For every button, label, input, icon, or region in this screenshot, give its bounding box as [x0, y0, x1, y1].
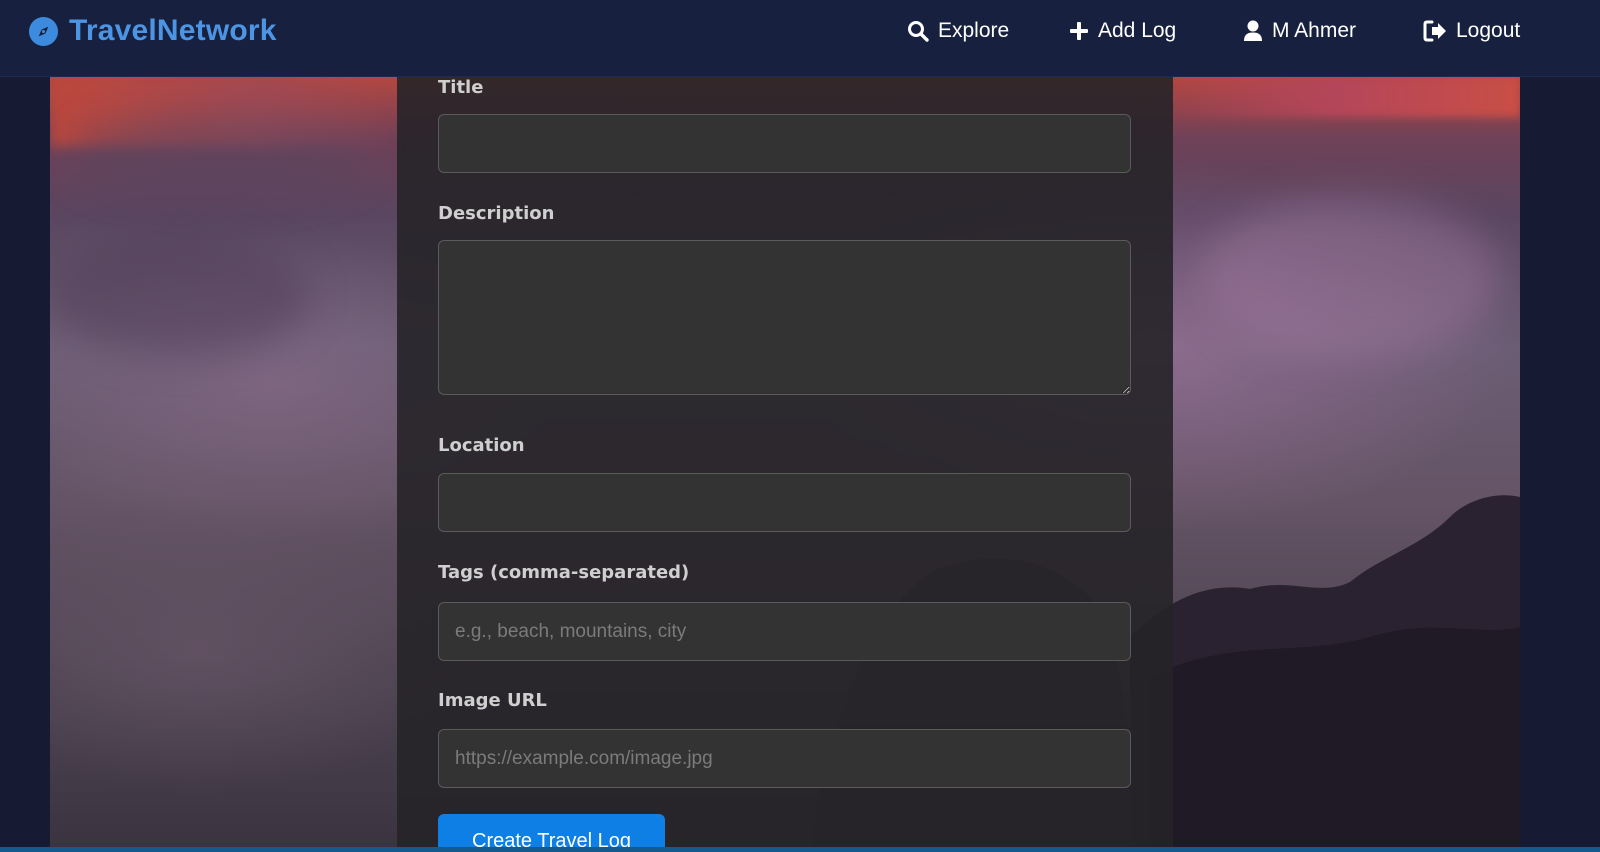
nav-profile-label: M Ahmer [1272, 19, 1357, 42]
compass-icon [28, 16, 59, 46]
bottom-accent-bar [0, 847, 1600, 852]
location-input[interactable] [438, 473, 1131, 532]
nav-add-log-label: Add Log [1098, 19, 1177, 42]
nav-profile-link[interactable]: M Ahmer [1243, 17, 1356, 45]
create-travel-log-form: Title Description Location Tags (comma-s… [397, 77, 1173, 852]
description-label: Description [438, 203, 555, 224]
search-icon [908, 21, 929, 42]
navbar: TravelNetwork Explore Add Log M Ahmer Lo… [0, 0, 1600, 77]
nav-add-log-link[interactable]: Add Log [1069, 17, 1176, 45]
brand-logo-link[interactable]: TravelNetwork [28, 14, 277, 48]
title-input[interactable] [438, 114, 1131, 173]
plus-icon [1070, 22, 1088, 40]
title-label: Title [438, 77, 484, 98]
description-textarea[interactable] [438, 240, 1131, 395]
image-url-label: Image URL [438, 690, 547, 711]
nav-explore-link[interactable]: Explore [907, 17, 1009, 45]
location-label: Location [438, 435, 525, 456]
image-url-input[interactable] [438, 729, 1131, 788]
nav-logout-link[interactable]: Logout [1423, 17, 1520, 45]
brand-name: TravelNetwork [69, 14, 277, 47]
logout-icon [1423, 20, 1446, 42]
nav-logout-label: Logout [1456, 19, 1521, 42]
nav-explore-label: Explore [938, 19, 1010, 42]
user-icon [1244, 20, 1262, 41]
tags-label: Tags (comma-separated) [438, 562, 690, 583]
tags-input[interactable] [438, 602, 1131, 661]
